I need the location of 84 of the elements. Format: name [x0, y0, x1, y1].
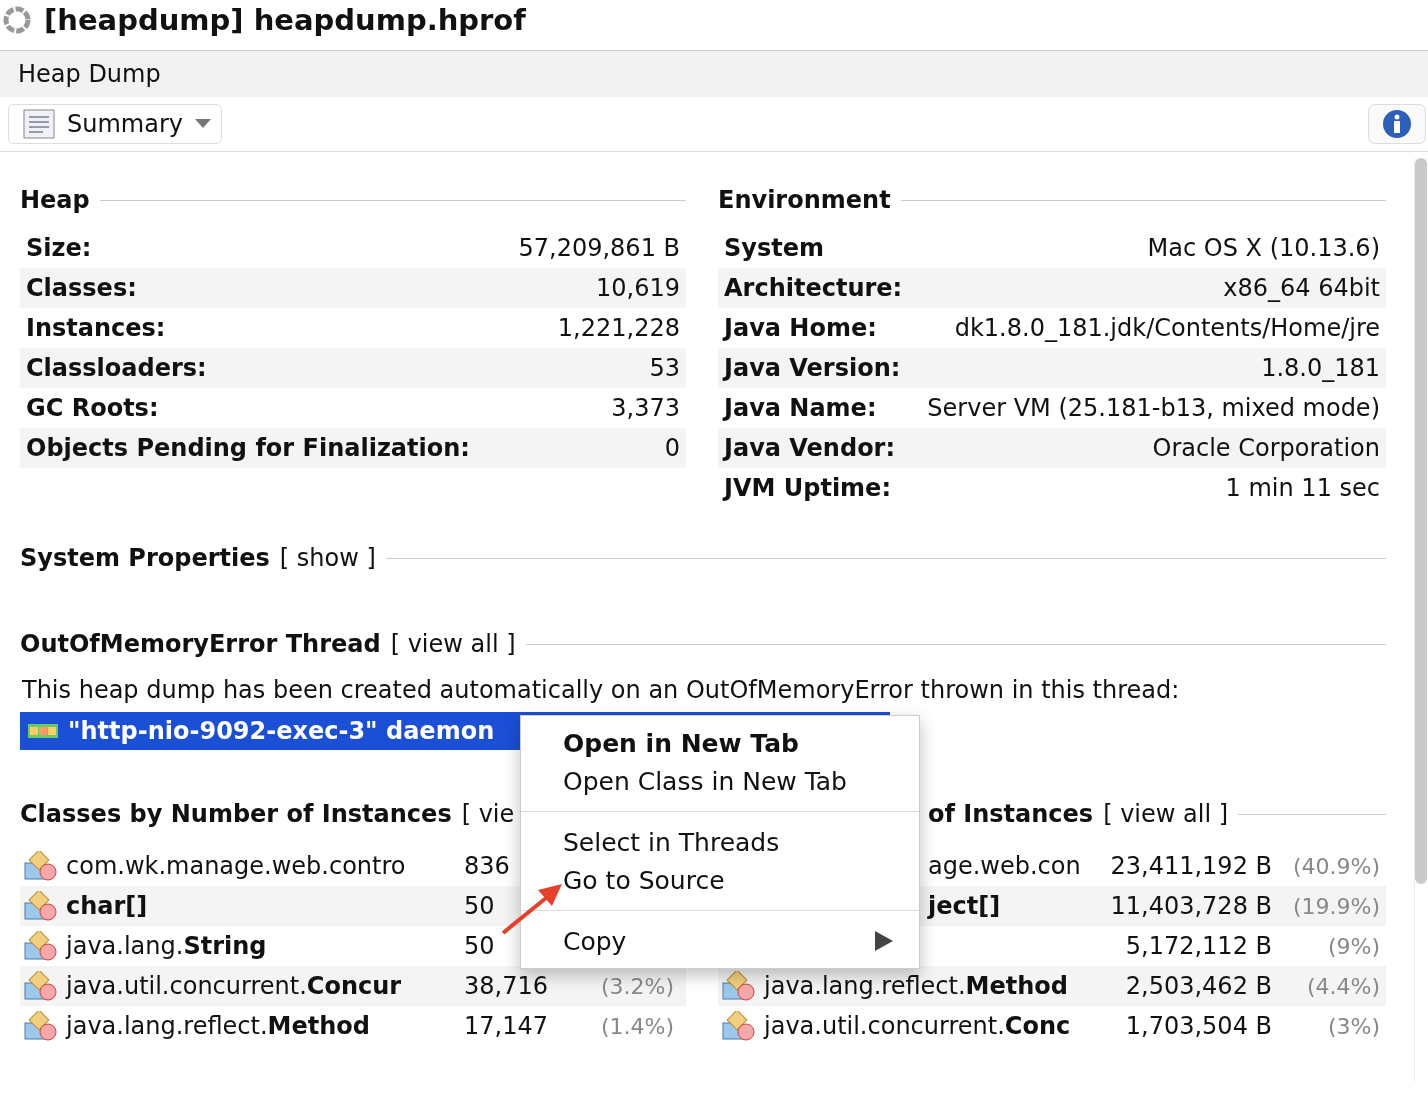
tab[interactable]: Heap Dump [18, 60, 161, 88]
thread-icon [28, 724, 58, 738]
property-label: Size: [26, 234, 92, 262]
class-icon [24, 931, 58, 961]
property-label: Java Home: [724, 314, 877, 342]
class-name: age.web.con [928, 852, 1081, 880]
property-label: System [724, 234, 824, 262]
property-value: 10,619 [596, 274, 680, 302]
size-percent: (19.9%) [1291, 893, 1380, 919]
instance-size: 1,703,504 B [1124, 1012, 1272, 1040]
info-icon [1382, 109, 1412, 139]
class-icon [722, 971, 756, 1001]
property-value: Oracle Corporation [1152, 434, 1380, 462]
property-value: Server VM (25.181-b13, mixed mode) [927, 394, 1380, 422]
section-link[interactable]: [ vie [461, 800, 515, 828]
property-label: Classes: [26, 274, 137, 302]
instance-size: 11,403,728 B [1109, 892, 1272, 920]
menu-item[interactable]: Open Class in New Tab [521, 762, 919, 800]
class-name: java.lang.reflect.Method [764, 972, 1068, 1000]
class-icon [24, 971, 58, 1001]
submenu-arrow-icon [875, 931, 893, 951]
instance-count: 50 [464, 892, 496, 920]
property-label: Objects Pending for Finalization: [26, 434, 470, 462]
section-title: System Properties [20, 544, 270, 572]
scrollbar-thumb[interactable] [1415, 158, 1427, 884]
class-icon [24, 1011, 58, 1041]
property-value: Mac OS X (10.13.6) [1147, 234, 1380, 262]
menu-item[interactable]: Select in Threads [521, 823, 919, 861]
section-title: of Instances [928, 800, 1094, 828]
property-value: 53 [649, 354, 680, 382]
window-title: [heapdump] heapdump.hprof [44, 3, 526, 37]
instance-percent: (1.4%) [599, 1013, 674, 1039]
class-name: java.lang.reflect.Method [66, 1012, 370, 1040]
class-icon [24, 891, 58, 921]
instance-count: 38,716 [464, 972, 549, 1000]
instance-count: 836 [464, 852, 511, 880]
class-name: java.lang.String [66, 932, 267, 960]
property-value: 1,221,228 [557, 314, 680, 342]
loading-icon [2, 5, 32, 35]
class-name: com.wk.manage.web.contro [66, 852, 406, 880]
section-title: Heap [20, 186, 90, 214]
class-name: java.util.concurrent.Conc [764, 1012, 1071, 1040]
size-percent: (9%) [1326, 933, 1380, 959]
class-name: java.util.concurrent.Concur [66, 972, 402, 1000]
property-value: x86_64 64bit [1223, 274, 1380, 302]
message-text: This heap dump has been created automatically on an OutOfMemoryError thrown in this thread: [21, 675, 1181, 706]
section-title: Classes by Number of Instances [20, 800, 452, 828]
instance-size: 23,411,192 B [1109, 852, 1272, 880]
property-value: 1.8.0_181 [1261, 354, 1380, 382]
section-link[interactable]: [ show ] [279, 544, 376, 572]
property-label: Java Vendor: [724, 434, 896, 462]
menu-item[interactable]: Copy [521, 922, 919, 960]
class-icon [24, 851, 58, 881]
document-icon [23, 109, 55, 139]
instance-count: 17,147 [464, 1012, 549, 1040]
class-name: char[] [66, 892, 148, 920]
property-label: JVM Uptime: [724, 474, 891, 502]
class-icon [722, 1011, 756, 1041]
property-label: Java Name: [724, 394, 877, 422]
property-value: 3,373 [611, 394, 680, 422]
property-value: 0 [664, 434, 680, 462]
section-link[interactable]: [ view all ] [1103, 800, 1229, 828]
section-title: OutOfMemoryError Thread [20, 630, 381, 658]
size-percent: (4.4%) [1305, 973, 1380, 999]
size-percent: (40.9%) [1291, 853, 1380, 879]
property-label: Classloaders: [26, 354, 207, 382]
property-label: Instances: [26, 314, 166, 342]
size-percent: (3%) [1326, 1013, 1380, 1039]
instance-size: 5,172,112 B [1124, 932, 1272, 960]
property-value: 1 min 11 sec [1225, 474, 1380, 502]
property-label: GC Roots: [26, 394, 159, 422]
info-button[interactable] [1368, 104, 1426, 144]
property-label: Architecture: [724, 274, 903, 302]
instance-percent: (3.2%) [599, 973, 674, 999]
caret-icon [195, 119, 211, 129]
section-link[interactable]: [ view all ] [390, 630, 516, 658]
menu-item[interactable]: Go to Source [521, 861, 919, 899]
property-label: Java Version: [724, 354, 901, 382]
section-title: Environment [718, 186, 891, 214]
view-dropdown[interactable]: Summary [8, 104, 222, 144]
property-value: dk1.8.0_181.jdk/Contents/Home/jre [954, 314, 1380, 342]
class-name: ject[] [928, 892, 1001, 920]
instance-size: 2,503,462 B [1124, 972, 1272, 1000]
property-value: 57,209,861 B [518, 234, 680, 262]
